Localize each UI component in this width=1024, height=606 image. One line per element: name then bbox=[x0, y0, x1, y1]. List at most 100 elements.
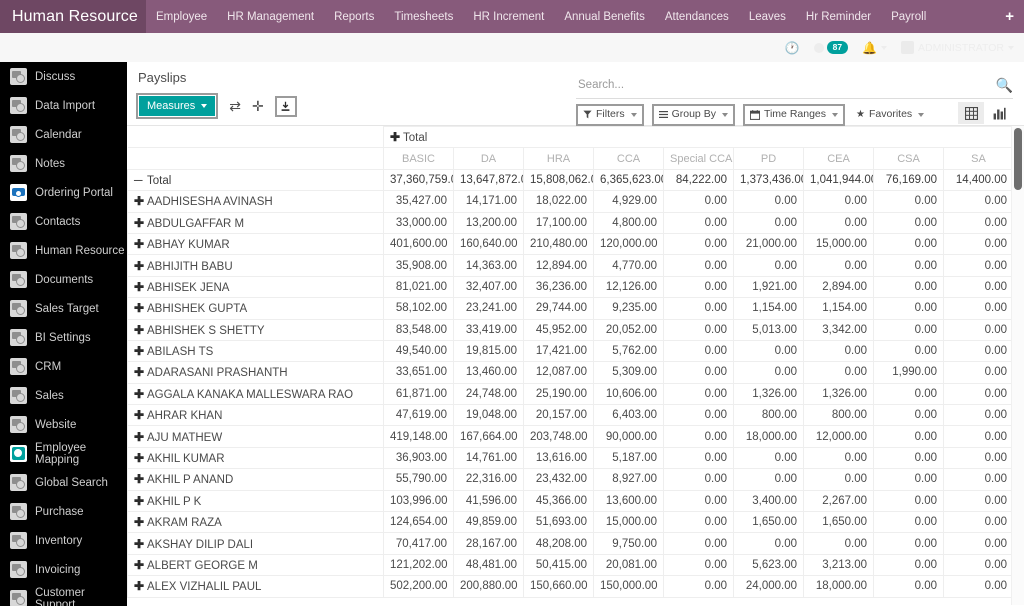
expand-plus-icon[interactable]: ✚ bbox=[134, 494, 147, 508]
sidebar-item-global-search[interactable]: Global Search bbox=[0, 468, 127, 497]
search-box[interactable]: 🔍 bbox=[576, 75, 1013, 99]
measure-header-csa[interactable]: CSA bbox=[873, 147, 944, 170]
expand-plus-icon[interactable]: ✚ bbox=[134, 344, 147, 358]
menu-item-timesheets[interactable]: Timesheets bbox=[384, 0, 463, 33]
scrollbar-thumb[interactable] bbox=[1014, 128, 1022, 190]
expand-plus-icon[interactable]: ✚ bbox=[134, 408, 147, 422]
expand-plus-icon[interactable]: ✚ bbox=[134, 280, 147, 294]
sidebar-item-customer-support[interactable]: Customer Support bbox=[0, 584, 127, 606]
expand-plus-icon[interactable]: ✚ bbox=[134, 451, 147, 465]
measure-header-pd[interactable]: PD bbox=[733, 147, 804, 170]
measure-header-sa[interactable]: SA bbox=[943, 147, 1014, 170]
search-input[interactable] bbox=[576, 78, 996, 95]
menu-item-annual-benefits[interactable]: Annual Benefits bbox=[554, 0, 655, 33]
row-header-cell[interactable]: ✚ ABHISHEK GUPTA bbox=[127, 297, 384, 320]
row-header-cell[interactable]: ✚ AKHIL P K bbox=[127, 489, 384, 513]
expand-plus-icon[interactable]: ✚ bbox=[134, 515, 147, 529]
menu-item-payroll[interactable]: Payroll bbox=[881, 0, 936, 33]
activity-clock-icon[interactable]: 🕐 bbox=[785, 41, 800, 55]
row-group-total-header[interactable]: ─ Total bbox=[127, 168, 384, 192]
messaging-counter[interactable]: 87 bbox=[813, 41, 849, 54]
sidebar-item-sales-target[interactable]: Sales Target bbox=[0, 294, 127, 323]
row-header-cell[interactable]: ✚ ADARASANI PRASHANTH bbox=[127, 361, 384, 384]
sidebar-item-notes[interactable]: Notes bbox=[0, 149, 127, 178]
expand-plus-icon[interactable]: ✚ bbox=[134, 216, 147, 230]
vertical-scrollbar[interactable] bbox=[1011, 126, 1024, 605]
app-brand-title[interactable]: Human Resource bbox=[0, 0, 146, 33]
measure-header-da[interactable]: DA bbox=[453, 147, 524, 170]
sidebar-item-data-import[interactable]: Data Import bbox=[0, 91, 127, 120]
groupby-button[interactable]: Group By bbox=[651, 104, 735, 126]
row-header-cell[interactable]: ✚ ABILASH TS bbox=[127, 339, 384, 363]
row-header-cell[interactable]: ✚ AGGALA KANAKA MALLESWARA RAO bbox=[127, 382, 384, 406]
expand-plus-icon[interactable]: ✚ bbox=[134, 237, 147, 251]
user-menu[interactable]: ADMINISTRATOR bbox=[901, 41, 1014, 54]
notification-bell[interactable]: 🔔 bbox=[862, 41, 888, 55]
filters-button[interactable]: Filters bbox=[576, 104, 644, 126]
flip-axis-icon[interactable]: ⇄ bbox=[229, 98, 241, 115]
expand-plus-icon[interactable]: ✚ bbox=[134, 472, 147, 486]
sidebar-item-crm[interactable]: CRM bbox=[0, 352, 127, 381]
row-header-cell[interactable]: ✚ ABHAY KUMAR bbox=[127, 232, 384, 256]
measure-header-cca[interactable]: CCA bbox=[593, 147, 664, 170]
row-header-cell[interactable]: ✚ ABHISHEK S SHETTY bbox=[127, 318, 384, 341]
column-group-total-header[interactable]: ✚ Total bbox=[382, 126, 1024, 149]
measure-header-cea[interactable]: CEA bbox=[803, 147, 874, 170]
expand-plus-icon[interactable]: ✚ bbox=[134, 430, 147, 444]
menu-item-reports[interactable]: Reports bbox=[324, 0, 384, 33]
menu-item-employee[interactable]: Employee bbox=[146, 0, 217, 33]
pivot-view-button[interactable] bbox=[958, 102, 984, 124]
collapse-minus-icon[interactable]: ─ bbox=[134, 173, 147, 187]
menu-item-hr-management[interactable]: HR Management bbox=[217, 0, 324, 33]
search-icon[interactable]: 🔍 bbox=[996, 77, 1013, 97]
row-header-cell[interactable]: ✚ ABHIJITH BABU bbox=[127, 254, 384, 277]
expand-plus-icon[interactable]: ✚ bbox=[134, 365, 147, 379]
row-header-cell[interactable]: ✚ AKSHAY DILIP DALI bbox=[127, 532, 384, 555]
row-header-cell[interactable]: ✚ AJU MATHEW bbox=[127, 425, 384, 448]
row-header-cell[interactable]: ✚ ALBERT GEORGE M bbox=[127, 553, 384, 577]
expand-plus-icon[interactable]: ✚ bbox=[134, 301, 147, 315]
row-header-cell[interactable]: ✚ AKHIL KUMAR bbox=[127, 446, 384, 470]
graph-view-button[interactable] bbox=[986, 102, 1012, 124]
row-header-cell[interactable]: ✚ ABDULGAFFAR M bbox=[127, 211, 384, 234]
expand-plus-icon[interactable]: ✚ bbox=[390, 130, 403, 144]
sidebar-item-discuss[interactable]: Discuss bbox=[0, 62, 127, 91]
sidebar-item-sales[interactable]: Sales bbox=[0, 381, 127, 410]
sidebar-item-bi-settings[interactable]: BI Settings bbox=[0, 323, 127, 352]
expand-plus-icon[interactable]: ✚ bbox=[134, 387, 147, 401]
sidebar-item-employee-mapping[interactable]: Employee Mapping bbox=[0, 439, 127, 468]
measure-header-special-cca[interactable]: Special CCA bbox=[663, 147, 734, 170]
favorites-button[interactable]: ★ Favorites bbox=[853, 106, 928, 124]
menu-item-leaves[interactable]: Leaves bbox=[739, 0, 796, 33]
menu-item-attendances[interactable]: Attendances bbox=[655, 0, 739, 33]
row-header-cell[interactable]: ✚ AADHISESHA AVINASH bbox=[127, 190, 384, 213]
sidebar-item-calendar[interactable]: Calendar bbox=[0, 120, 127, 149]
expand-plus-icon[interactable]: ✚ bbox=[134, 259, 147, 273]
download-xlsx-button[interactable] bbox=[274, 95, 297, 117]
expand-plus-icon[interactable]: ✚ bbox=[134, 537, 147, 551]
sidebar-item-ordering-portal[interactable]: Ordering Portal bbox=[0, 178, 127, 207]
add-menu-button[interactable]: + bbox=[995, 0, 1024, 33]
measure-header-basic[interactable]: BASIC bbox=[383, 147, 454, 170]
timeranges-button[interactable]: Time Ranges bbox=[742, 104, 846, 126]
expand-plus-icon[interactable]: ✚ bbox=[134, 558, 147, 572]
expand-plus-icon[interactable]: ✚ bbox=[134, 579, 147, 593]
row-header-cell[interactable]: ✚ AKRAM RAZA bbox=[127, 511, 384, 534]
measure-header-hra[interactable]: HRA bbox=[523, 147, 594, 170]
row-header-cell[interactable]: ✚ ABHISEK JENA bbox=[127, 275, 384, 299]
sidebar-item-documents[interactable]: Documents bbox=[0, 265, 127, 294]
sidebar-item-purchase[interactable]: Purchase bbox=[0, 497, 127, 526]
measures-button[interactable]: Measures bbox=[139, 96, 216, 117]
expand-plus-icon[interactable]: ✚ bbox=[134, 323, 147, 337]
sidebar-item-website[interactable]: Website bbox=[0, 410, 127, 439]
expand-plus-icon[interactable]: ✚ bbox=[134, 194, 147, 208]
sidebar-item-invoicing[interactable]: Invoicing bbox=[0, 555, 127, 584]
menu-item-hr-reminder[interactable]: Hr Reminder bbox=[796, 0, 881, 33]
menu-item-hr-increment[interactable]: HR Increment bbox=[463, 0, 554, 33]
expand-all-icon[interactable]: ✛ bbox=[252, 98, 264, 115]
row-header-cell[interactable]: ✚ ALEX VIZHALIL PAUL bbox=[127, 575, 384, 598]
sidebar-item-human-resource[interactable]: Human Resource bbox=[0, 236, 127, 265]
row-header-cell[interactable]: ✚ AKHIL P ANAND bbox=[127, 468, 384, 491]
row-header-cell[interactable]: ✚ AHRAR KHAN bbox=[127, 404, 384, 427]
sidebar-item-contacts[interactable]: Contacts bbox=[0, 207, 127, 236]
